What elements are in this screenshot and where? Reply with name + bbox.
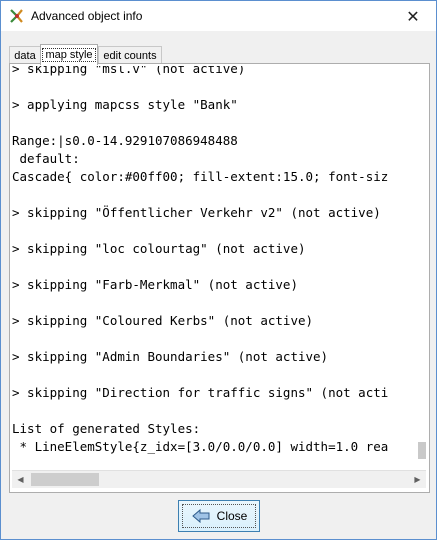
scroll-right-icon[interactable]: ▶ — [409, 471, 426, 488]
text-line: > applying mapcss style "Bank" — [12, 97, 238, 112]
close-button-focus-ring — [182, 504, 256, 528]
text-line: List of generated Styles: — [12, 421, 201, 436]
text-line: > skipping "msl.v" (not active) — [12, 66, 246, 76]
text-line — [12, 78, 426, 96]
style-info-text-area[interactable]: > skipping "msl.v" (not active) > applyin… — [12, 66, 426, 470]
text-line: > skipping "Direction for traffic signs"… — [12, 385, 389, 400]
text-line — [12, 186, 426, 204]
advanced-object-info-window: Advanced object info ✕ data map style ed… — [0, 0, 437, 540]
text-line: > skipping "Öffentlicher Verkehr v2" (no… — [12, 205, 381, 220]
map-style-panel: > skipping "msl.v" (not active) > applyin… — [9, 63, 430, 493]
text-line — [12, 294, 426, 312]
text-line: > skipping "Coloured Kerbs" (not active) — [12, 313, 314, 328]
text-line — [12, 330, 426, 348]
josm-app-icon — [9, 8, 25, 24]
text-line: Cascade{ color:#00ff00; fill-extent:15.0… — [12, 169, 389, 184]
text-line: > skipping "Admin Boundaries" (not activ… — [12, 349, 329, 364]
tab-edit-counts-label: edit counts — [103, 49, 157, 62]
text-line — [12, 114, 426, 132]
text-line: Range:|s0.0-14.929107086948488 — [12, 133, 238, 148]
horizontal-scrollbar[interactable]: ◀ ▶ — [12, 470, 426, 488]
text-line: default: — [12, 151, 80, 166]
text-line: * LineElemStyle{z_idx=[3.0/0.0/0.0] widt… — [12, 439, 389, 454]
window-close-icon[interactable]: ✕ — [399, 5, 427, 27]
vertical-scroll-thumb[interactable] — [418, 442, 426, 459]
tab-data-label: data — [14, 49, 36, 62]
scroll-left-icon[interactable]: ◀ — [12, 471, 29, 488]
text-line: > skipping "loc colourtag" (not active) — [12, 241, 306, 256]
text-line — [12, 402, 426, 420]
title-bar[interactable]: Advanced object info ✕ — [1, 1, 436, 31]
tab-map-style[interactable]: map style — [40, 44, 98, 65]
horizontal-scroll-thumb[interactable] — [31, 473, 99, 486]
text-line — [12, 222, 426, 240]
tab-data[interactable]: data — [9, 46, 41, 64]
text-line: > skipping "Farb-Merkmal" (not active) — [12, 277, 298, 292]
text-line — [12, 258, 426, 276]
tab-map-style-label: map style — [42, 48, 96, 62]
tab-edit-counts[interactable]: edit counts — [98, 46, 162, 64]
style-info-lines: > skipping "msl.v" (not active) > applyin… — [12, 66, 426, 456]
text-line — [12, 366, 426, 384]
window-title: Advanced object info — [31, 9, 143, 23]
close-button[interactable]: Close — [178, 500, 260, 532]
